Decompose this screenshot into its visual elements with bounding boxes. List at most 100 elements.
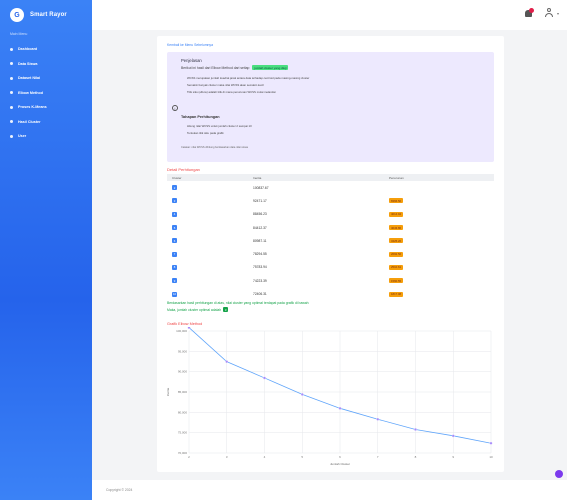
cell-inertia: 72406.31 bbox=[253, 292, 267, 297]
chart-title: Grafik Elbow Method bbox=[167, 322, 203, 326]
explanation-heading: Penjelasan bbox=[181, 58, 202, 63]
explanation-subtext-text: Berikut ini hasil dari Elbow Method dari… bbox=[181, 65, 250, 70]
drop-badge: 2692.56 bbox=[389, 251, 404, 257]
cell-cluster: 4 bbox=[167, 211, 253, 217]
cluster-badge: 7 bbox=[172, 251, 177, 257]
drop-badge: 1817.08 bbox=[389, 291, 404, 297]
result-text: Berdasarkan hasil perhitungan di atas, n… bbox=[167, 301, 309, 305]
nav-dot-icon bbox=[10, 120, 13, 124]
cluster-badge: 9 bbox=[172, 278, 177, 284]
drop-badge: 3425.26 bbox=[389, 238, 404, 244]
header-inertia: Inertia bbox=[253, 175, 262, 180]
copyright: Copyright © 2024 bbox=[106, 488, 133, 492]
x-tick-label: 5 bbox=[301, 455, 303, 459]
back-link[interactable]: Kembali ke Menu Sebelumnya bbox=[167, 43, 213, 47]
cell-cluster: 10 bbox=[167, 291, 253, 297]
sidebar-item-hasil-cluster[interactable]: Hasil Cluster bbox=[0, 115, 92, 130]
nav-dot-icon bbox=[10, 105, 13, 109]
drop-badge: 4014.94 bbox=[389, 211, 404, 217]
cell-inertia: 100837.67 bbox=[253, 185, 269, 190]
sidebar-item-label: Elbow Method bbox=[18, 90, 43, 95]
cluster-badge: 6 bbox=[172, 238, 177, 244]
inertia-table: Cluster Inertia Penurunan 2 100837.67 3 924… bbox=[167, 174, 494, 301]
cell-penurunan: 8366.50 bbox=[389, 198, 494, 204]
cell-inertia: 80987.11 bbox=[253, 238, 267, 243]
drop-badge: 4043.86 bbox=[389, 225, 404, 231]
drop-badge: 1560.55 bbox=[389, 278, 404, 284]
table-row: 9 74223.39 1560.55 bbox=[167, 274, 494, 287]
x-tick-label: 10 bbox=[489, 455, 493, 459]
optimal-cluster-label: Maka, jumlah cluster optimal adalah bbox=[167, 307, 222, 312]
sidebar-item-label: User bbox=[18, 134, 27, 139]
explanation-bullet: Titik siku (elbow) adalah titik di mana … bbox=[187, 90, 276, 94]
y-tick-label: 95,000 bbox=[178, 349, 188, 353]
header-penurunan: Penurunan bbox=[389, 175, 404, 180]
y-tick-label: 80,000 bbox=[178, 410, 188, 414]
sidebar-item-label: Hasil Cluster bbox=[18, 119, 41, 124]
table-row: 6 80987.11 3425.26 bbox=[167, 234, 494, 247]
cell-inertia: 88456.23 bbox=[253, 212, 267, 217]
sidebar-item-dashboard[interactable]: Dashboard bbox=[0, 42, 92, 57]
cluster-badge: 4 bbox=[172, 211, 177, 217]
footer: Copyright © 2024 bbox=[92, 480, 567, 500]
x-axis-label: Jumlah Cluster bbox=[330, 462, 350, 466]
cell-cluster: 7 bbox=[167, 251, 253, 257]
cell-cluster: 5 bbox=[167, 225, 253, 231]
sidebar-item-elbow-method[interactable]: Elbow Method bbox=[0, 86, 92, 101]
brand-logo-icon: G bbox=[10, 8, 24, 22]
table-row: 2 100837.67 bbox=[167, 181, 494, 194]
cluster-badge: 3 bbox=[172, 198, 177, 204]
data-point bbox=[489, 441, 493, 445]
brand[interactable]: G Smart Rayor bbox=[0, 0, 92, 30]
cell-penurunan: 4014.94 bbox=[389, 211, 494, 217]
data-point bbox=[187, 327, 191, 330]
user-head bbox=[547, 8, 551, 12]
sidebar-item-user[interactable]: User bbox=[0, 129, 92, 144]
cluster-badge: 10 bbox=[172, 291, 177, 297]
sidebar: G Smart Rayor Main Menu Dashboard Data S… bbox=[0, 0, 92, 500]
y-tick-label: 75,000 bbox=[178, 431, 188, 435]
table-body: 2 100837.67 3 92471.17 8366.50 4 88456.23 4014.… bbox=[167, 181, 494, 301]
sidebar-item-dataset-nilai[interactable]: Dataset Nilai bbox=[0, 71, 92, 86]
step-item: Hitung nilai WCSS untuk jumlah cluster 2… bbox=[187, 124, 252, 128]
sidebar-item-data-siswa[interactable]: Data Siswa bbox=[0, 57, 92, 72]
help-button[interactable] bbox=[555, 470, 563, 478]
cell-penurunan: 2692.56 bbox=[389, 251, 494, 257]
data-point bbox=[263, 376, 266, 380]
optimal-cluster-text: Maka, jumlah cluster optimal adalah 3 bbox=[167, 307, 229, 312]
data-point bbox=[338, 406, 342, 410]
nav-dot-icon bbox=[10, 76, 13, 80]
data-point bbox=[300, 392, 304, 396]
data-point bbox=[225, 360, 229, 364]
menu-title: Main Menu bbox=[10, 32, 28, 36]
y-tick-label: 70,000 bbox=[178, 451, 188, 455]
cell-cluster: 8 bbox=[167, 264, 253, 270]
x-tick-label: 3 bbox=[226, 455, 228, 459]
user-icon[interactable] bbox=[545, 8, 553, 18]
cell-inertia: 78294.55 bbox=[253, 252, 267, 257]
explanation-subtext: Berikut ini hasil dari Elbow Method dari… bbox=[181, 65, 289, 70]
table-header: Cluster Inertia Penurunan bbox=[167, 174, 494, 181]
drop-badge: 2510.61 bbox=[389, 264, 404, 270]
cell-cluster: 9 bbox=[167, 278, 253, 284]
chevron-down-icon[interactable]: ▾ bbox=[557, 11, 559, 16]
table-row: 10 72406.31 1817.08 bbox=[167, 287, 494, 300]
x-tick-label: 4 bbox=[264, 455, 266, 459]
explanation-box: i Penjelasan Berikut ini hasil dari Elbo… bbox=[167, 52, 494, 162]
notification-bell-icon[interactable] bbox=[524, 8, 534, 18]
cell-inertia: 75783.94 bbox=[253, 265, 267, 270]
sidebar-item-proses-k-means[interactable]: Proses K-Means bbox=[0, 100, 92, 115]
sidebar-item-label: Dataset Nilai bbox=[18, 76, 41, 81]
y-tick-label: 100,000 bbox=[176, 329, 187, 333]
header-cluster: Cluster bbox=[172, 175, 182, 180]
cell-cluster: 3 bbox=[167, 198, 253, 204]
data-point bbox=[414, 428, 417, 431]
data-point bbox=[451, 434, 455, 438]
x-tick-label: 9 bbox=[452, 455, 454, 459]
data-point bbox=[376, 417, 380, 421]
info-icon: i bbox=[172, 105, 178, 111]
x-tick-label: 6 bbox=[339, 455, 341, 459]
table-row: 7 78294.55 2692.56 bbox=[167, 247, 494, 260]
explanation-highlight: jumlah cluster yang diuji bbox=[252, 65, 289, 70]
step-item: Tentukan titik siku pada grafik bbox=[187, 131, 224, 135]
